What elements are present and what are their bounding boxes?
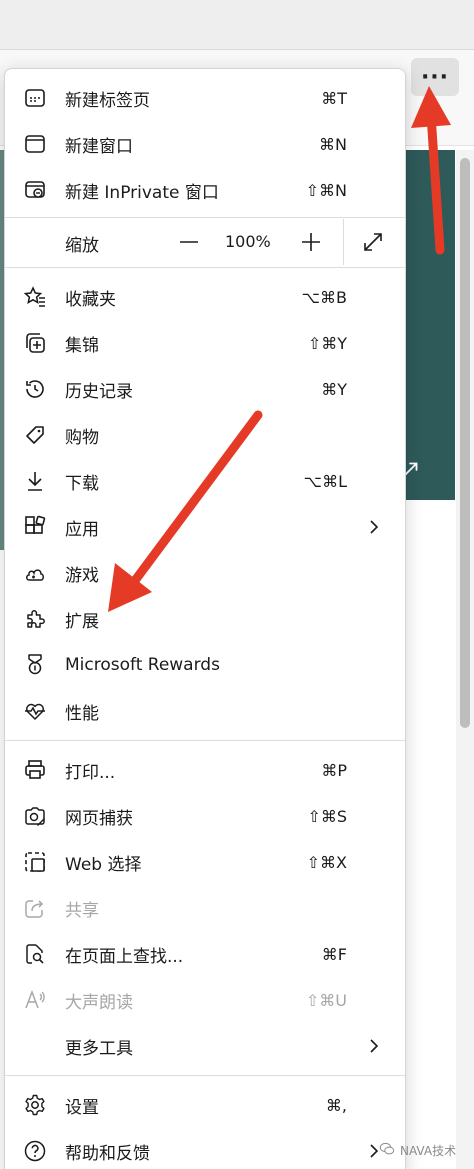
menu-item-collections[interactable]: 集锦 ⇧⌘Y <box>5 320 405 366</box>
menu-item-favorites[interactable]: 收藏夹 ⌥⌘B <box>5 274 405 320</box>
menu-divider <box>5 1075 405 1076</box>
menu-item-shortcut: ⌘N <box>319 134 347 154</box>
new-tab-icon <box>23 86 47 110</box>
zoom-out-button[interactable] <box>177 230 201 254</box>
zoom-value: 100% <box>225 232 271 251</box>
menu-item-label: 新建窗口 <box>65 136 133 157</box>
inprivate-window-icon <box>23 178 47 202</box>
menu-item-label: 在页面上查找... <box>65 946 184 967</box>
menu-item-web-capture[interactable]: 网页捕获 ⇧⌘S <box>5 793 405 839</box>
menu-item-new-tab[interactable]: 新建标签页 ⌘T <box>5 75 405 121</box>
menu-item-label: 新建 InPrivate 窗口 <box>65 182 219 203</box>
menu-item-shortcut: ⌘Y <box>321 379 347 399</box>
help-icon <box>23 1139 47 1163</box>
menu-item-find-on-page[interactable]: 在页面上查找... ⌘F <box>5 931 405 977</box>
web-select-icon <box>23 850 47 874</box>
zoom-in-button[interactable] <box>299 230 323 254</box>
menu-item-label: 设置 <box>65 1097 99 1118</box>
menu-item-label: 购物 <box>65 427 99 448</box>
menu-item-performance[interactable]: 性能 <box>5 688 405 734</box>
menu-item-label: Microsoft Rewards <box>65 655 220 675</box>
menu-item-share: 共享 <box>5 885 405 931</box>
menu-item-label: 历史记录 <box>65 381 133 402</box>
menu-item-label: 新建标签页 <box>65 90 150 111</box>
menu-item-label: 大声朗读 <box>65 992 133 1013</box>
menu-item-shortcut: ⇧⌘Y <box>307 333 347 353</box>
menu-item-label: 扩展 <box>65 611 99 632</box>
chevron-right-icon <box>367 518 381 536</box>
menu-item-read-aloud: 大声朗读 ⇧⌘U <box>5 977 405 1023</box>
menu-item-shortcut: ⌘T <box>321 88 347 108</box>
menu-item-shortcut: ⌥⌘B <box>301 287 347 307</box>
menu-divider <box>5 267 405 268</box>
share-icon <box>23 896 47 920</box>
rewards-medal-icon <box>23 653 47 677</box>
zoom-separator <box>343 219 344 265</box>
menu-item-web-select[interactable]: Web 选择 ⇧⌘X <box>5 839 405 885</box>
menu-item-new-window[interactable]: 新建窗口 ⌘N <box>5 121 405 167</box>
menu-item-label: 下载 <box>65 473 99 494</box>
chevron-right-icon <box>367 1037 381 1055</box>
menu-item-new-inprivate-window[interactable]: 新建 InPrivate 窗口 ⇧⌘N <box>5 167 405 213</box>
menu-item-shopping[interactable]: 购物 <box>5 412 405 458</box>
menu-item-apps[interactable]: 应用 <box>5 504 405 550</box>
menu-item-label: 网页捕获 <box>65 808 133 829</box>
zoom-row: 缩放 100% <box>5 219 405 265</box>
menu-item-shortcut: ⇧⌘S <box>307 806 347 826</box>
fullscreen-icon[interactable] <box>361 230 385 254</box>
menu-item-label: 应用 <box>65 519 99 540</box>
history-icon <box>23 377 47 401</box>
scrollbar-thumb[interactable] <box>460 158 470 728</box>
menu-item-label: 游戏 <box>65 565 99 586</box>
menu-item-label: 收藏夹 <box>65 289 116 310</box>
page-banner <box>405 150 455 500</box>
menu-item-shortcut: ⌥⌘L <box>303 471 347 491</box>
menu-divider <box>5 740 405 741</box>
menu-item-more-tools[interactable]: 更多工具 <box>5 1023 405 1069</box>
menu-item-label: 共享 <box>65 900 99 921</box>
print-icon <box>23 758 47 782</box>
menu-item-settings[interactable]: 设置 ⌘, <box>5 1082 405 1128</box>
menu-item-label: 性能 <box>65 703 99 724</box>
menu-item-games[interactable]: 游戏 <box>5 550 405 596</box>
find-on-page-icon <box>23 942 47 966</box>
watermark-text: NAVA技术 <box>400 1143 457 1158</box>
collections-icon <box>23 331 47 355</box>
shopping-tag-icon <box>23 423 47 447</box>
download-icon <box>23 469 47 493</box>
watermark: NAVA技术 <box>378 1138 456 1162</box>
menu-item-label: 帮助和反馈 <box>65 1143 150 1164</box>
menu-item-print[interactable]: 打印... ⌘P <box>5 747 405 793</box>
favorites-icon <box>23 285 47 309</box>
apps-icon <box>23 515 47 539</box>
menu-item-microsoft-rewards[interactable]: Microsoft Rewards <box>5 642 405 688</box>
menu-item-shortcut: ⇧⌘U <box>305 990 347 1010</box>
tab-strip <box>0 0 474 50</box>
menu-item-label: 打印... <box>65 762 116 783</box>
new-window-icon <box>23 132 47 156</box>
settings-menu: 新建标签页 ⌘T 新建窗口 ⌘N 新建 InPrivate 窗口 ⇧⌘N 缩放 … <box>4 68 406 1169</box>
menu-item-shortcut: ⌘, <box>325 1095 347 1115</box>
menu-item-extensions[interactable]: 扩展 <box>5 596 405 642</box>
extensions-puzzle-icon <box>23 607 47 631</box>
wechat-icon <box>378 1140 396 1161</box>
menu-item-label: 集锦 <box>65 335 99 356</box>
menu-item-label: 更多工具 <box>65 1038 133 1059</box>
read-aloud-icon <box>23 988 47 1012</box>
menu-item-shortcut: ⇧⌘X <box>306 852 347 872</box>
menu-item-shortcut: ⌘P <box>321 760 347 780</box>
menu-item-label: Web 选择 <box>65 854 142 875</box>
menu-item-history[interactable]: 历史记录 ⌘Y <box>5 366 405 412</box>
menu-item-downloads[interactable]: 下载 ⌥⌘L <box>5 458 405 504</box>
web-capture-icon <box>23 804 47 828</box>
menu-item-shortcut: ⌘F <box>321 944 347 964</box>
games-icon <box>23 561 47 585</box>
zoom-label: 缩放 <box>65 236 99 256</box>
menu-item-help-feedback[interactable]: 帮助和反馈 <box>5 1128 405 1169</box>
menu-item-shortcut: ⇧⌘N <box>305 180 347 200</box>
menu-divider <box>5 217 405 218</box>
settings-more-button[interactable]: ··· <box>411 58 459 96</box>
settings-gear-icon <box>23 1093 47 1117</box>
performance-heart-icon <box>23 699 47 723</box>
